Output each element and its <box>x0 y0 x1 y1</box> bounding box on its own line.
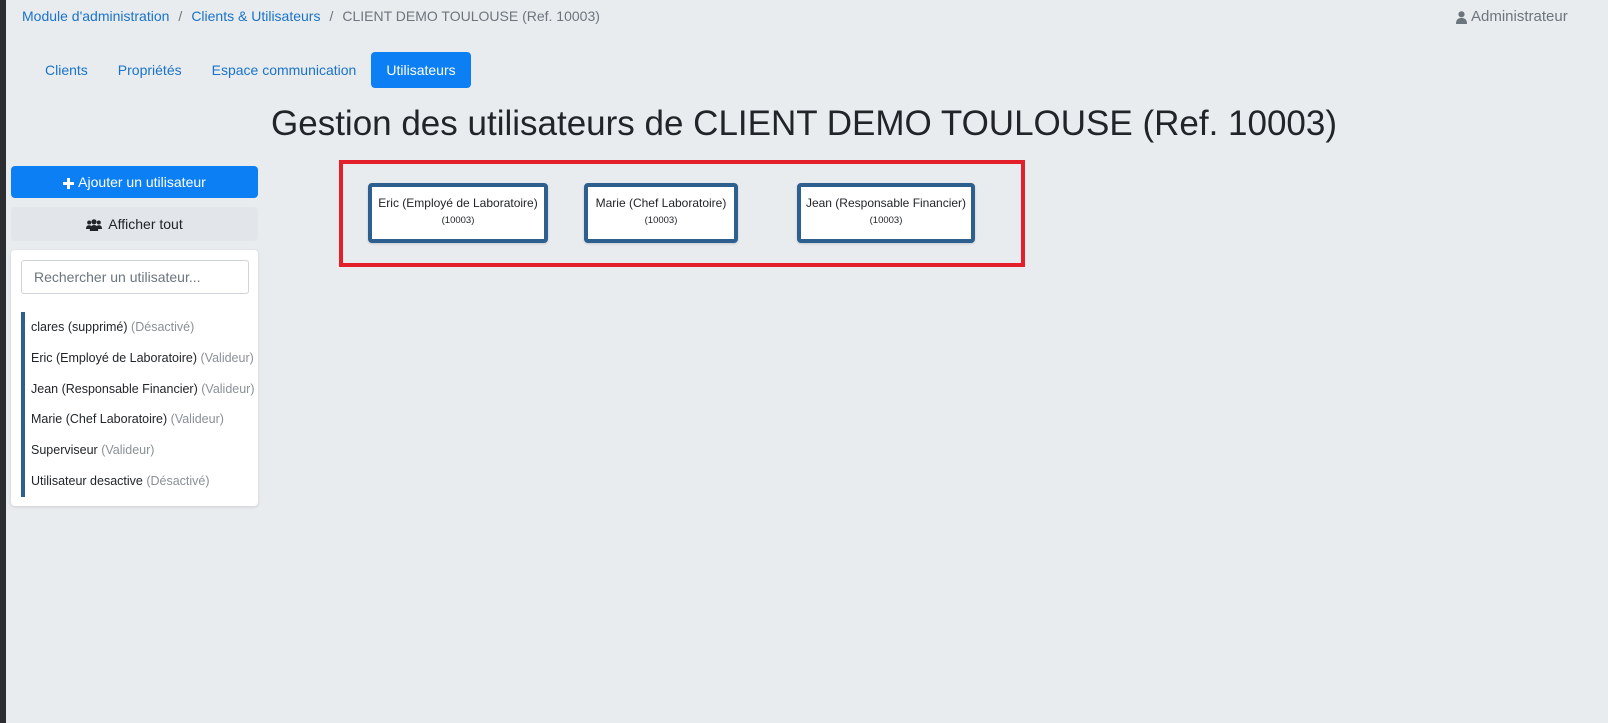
tab-utilisateurs[interactable]: Utilisateurs <box>371 52 471 88</box>
show-all-button-label: Afficher tout <box>108 216 183 232</box>
add-user-button[interactable]: Ajouter un utilisateur <box>11 166 258 198</box>
user-name: Superviseur <box>31 443 98 458</box>
org-card-name: Marie (Chef Laboratoire) <box>595 196 727 210</box>
user-name: Jean (Responsable Financier) <box>31 381 198 396</box>
breadcrumb-separator: / <box>329 8 334 24</box>
user-search-input[interactable] <box>21 260 249 294</box>
user-menu[interactable]: Administrateur <box>1456 8 1568 25</box>
user-list-item[interactable]: clares (supprimé) (Désactivé) <box>25 312 249 343</box>
breadcrumb-separator: / <box>178 8 183 24</box>
page-title: Gestion des utilisateurs de CLIENT DEMO … <box>271 104 1337 143</box>
user-list-item[interactable]: Utilisateur desactive (Désactivé) <box>25 466 249 497</box>
user-status: (Désactivé) <box>146 473 210 488</box>
plus-icon <box>63 174 75 190</box>
user-name: Eric (Employé de Laboratoire) <box>31 350 198 365</box>
user-status: (Valideur) <box>170 412 224 427</box>
org-chart-card-marie[interactable]: Marie (Chef Laboratoire) (10003) <box>584 183 738 243</box>
breadcrumb: Module d'administration / Clients & Util… <box>22 8 600 24</box>
users-icon <box>86 216 103 232</box>
user-status: (Valideur) <box>201 381 255 396</box>
user-name: Utilisateur desactive <box>31 473 143 488</box>
add-user-button-label: Ajouter un utilisateur <box>78 174 206 190</box>
user-status: (Valideur) <box>200 350 254 365</box>
org-chart-card-eric[interactable]: Eric (Employé de Laboratoire) (10003) <box>368 183 548 243</box>
user-list: clares (supprimé) (Désactivé) Eric (Empl… <box>21 312 255 497</box>
user-name: Marie (Chef Laboratoire) <box>31 412 168 427</box>
user-list-panel: clares (supprimé) (Désactivé) Eric (Empl… <box>11 250 258 506</box>
user-list-item[interactable]: Eric (Employé de Laboratoire) (Valideur) <box>25 343 254 374</box>
user-status: (Désactivé) <box>131 320 195 334</box>
user-list-item[interactable]: Superviseur (Valideur) <box>25 435 249 466</box>
user-list-item[interactable]: Jean (Responsable Financier) (Valideur) <box>25 374 255 405</box>
tab-espace-communication[interactable]: Espace communication <box>197 52 372 88</box>
show-all-button[interactable]: Afficher tout <box>11 207 258 241</box>
user-list-item[interactable]: Marie (Chef Laboratoire) (Valideur) <box>25 404 249 435</box>
org-card-ref: (10003) <box>644 215 678 226</box>
org-card-name: Eric (Employé de Laboratoire) <box>378 196 538 210</box>
tab-clients[interactable]: Clients <box>30 52 103 88</box>
org-card-name: Jean (Responsable Financier) <box>805 196 967 210</box>
user-status: (Valideur) <box>101 443 155 458</box>
tab-proprietes[interactable]: Propriétés <box>103 52 197 88</box>
org-card-ref: (10003) <box>869 215 903 226</box>
breadcrumb-clients-users[interactable]: Clients & Utilisateurs <box>191 8 320 24</box>
user-name: clares (supprimé) <box>31 320 128 334</box>
user-icon <box>1456 8 1467 25</box>
org-chart-card-jean[interactable]: Jean (Responsable Financier) (10003) <box>797 183 975 243</box>
tab-bar: Clients Propriétés Espace communication … <box>30 52 471 88</box>
breadcrumb-current: CLIENT DEMO TOULOUSE (Ref. 10003) <box>342 8 600 24</box>
user-menu-label: Administrateur <box>1471 8 1568 25</box>
org-card-ref: (10003) <box>441 215 475 226</box>
breadcrumb-admin-module[interactable]: Module d'administration <box>22 8 169 24</box>
